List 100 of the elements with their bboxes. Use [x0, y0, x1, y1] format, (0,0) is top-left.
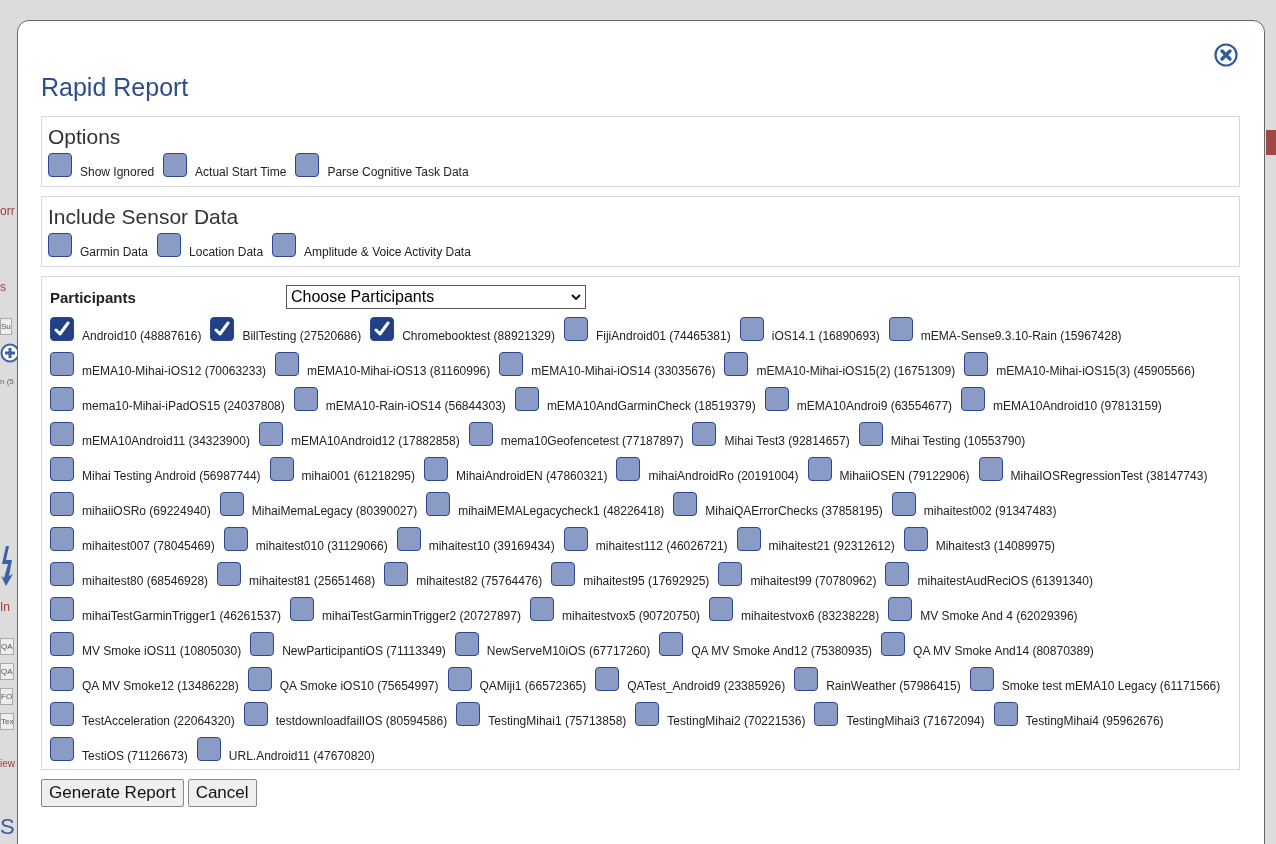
checkbox[interactable] — [50, 667, 74, 691]
checkbox[interactable] — [50, 317, 74, 341]
checkbox[interactable] — [272, 233, 297, 257]
checkbox[interactable] — [724, 352, 749, 376]
checkbox[interactable] — [243, 702, 268, 726]
checkbox[interactable] — [217, 562, 242, 586]
checkbox[interactable] — [692, 422, 717, 446]
checkbox[interactable] — [50, 352, 74, 376]
checkbox-label: testdownloadfailIOS (80594586) — [275, 714, 448, 728]
checkbox[interactable] — [718, 562, 743, 586]
checkbox[interactable] — [50, 562, 74, 586]
checkbox[interactable] — [456, 702, 481, 726]
checkbox[interactable] — [551, 562, 576, 586]
checkbox[interactable] — [595, 667, 620, 691]
checkbox[interactable] — [247, 667, 272, 691]
link[interactable]: iew — [0, 758, 15, 769]
checkbox[interactable] — [814, 702, 839, 726]
cancel-button[interactable]: Cancel — [187, 779, 257, 807]
checkbox[interactable] — [454, 632, 479, 656]
checkbox[interactable] — [447, 667, 472, 691]
checkbox[interactable] — [964, 352, 989, 376]
checkbox[interactable] — [888, 317, 913, 341]
checkbox[interactable] — [764, 387, 789, 411]
checkbox[interactable] — [219, 492, 244, 516]
checkbox-label: FijiAndroid01 (74465381) — [595, 329, 731, 343]
checkbox[interactable] — [891, 492, 916, 516]
checkbox[interactable] — [50, 597, 74, 621]
checkbox[interactable] — [50, 422, 74, 446]
checkbox-label: mihaitest80 (68546928) — [82, 574, 209, 588]
checkbox-label: MV Smoke iOS11 (10805030) — [82, 644, 242, 658]
checkbox[interactable] — [295, 153, 320, 177]
checkbox[interactable] — [885, 562, 910, 586]
checkbox[interactable] — [514, 387, 539, 411]
checkbox-label: URL.Android11 (47670820) — [228, 749, 375, 763]
checkbox[interactable] — [196, 737, 221, 761]
checkbox-label: mEMA10-Mihai-iOS12 (70063233) — [82, 364, 267, 378]
checkbox[interactable] — [50, 492, 74, 516]
checkbox[interactable] — [290, 597, 314, 621]
checkbox[interactable] — [993, 702, 1018, 726]
checkbox[interactable] — [258, 422, 283, 446]
checkbox[interactable] — [424, 457, 448, 481]
checkbox[interactable] — [48, 153, 72, 177]
checkbox[interactable] — [888, 597, 913, 621]
checkbox-label: TestAcceleration (22064320) — [82, 714, 235, 728]
checkbox[interactable] — [969, 667, 994, 691]
checkbox[interactable] — [269, 457, 294, 481]
checkbox[interactable] — [468, 422, 493, 446]
checkbox-label: MihaiIOSRegressionTest (38147743) — [1010, 469, 1208, 483]
checkbox[interactable] — [210, 317, 235, 341]
checkbox[interactable] — [250, 632, 275, 656]
checkbox[interactable] — [157, 233, 182, 257]
close-icon[interactable] — [1214, 43, 1238, 67]
checkbox[interactable] — [563, 527, 588, 551]
checkbox[interactable] — [635, 702, 660, 726]
checkbox[interactable] — [223, 527, 248, 551]
checkbox-label: QA Smoke iOS10 (75654997) — [279, 679, 439, 693]
checkbox-label: QAMiji1 (66572365) — [479, 679, 587, 693]
checkbox[interactable] — [48, 233, 72, 257]
checkbox[interactable] — [673, 492, 698, 516]
checkbox[interactable] — [50, 702, 74, 726]
checkbox[interactable] — [881, 632, 906, 656]
checkbox[interactable] — [499, 352, 524, 376]
checkbox[interactable] — [739, 317, 764, 341]
checkbox[interactable] — [163, 153, 188, 177]
checkbox-label: mihaitest002 (91347483) — [923, 504, 1057, 518]
checkbox[interactable] — [736, 527, 761, 551]
checkbox-label: mihaitestAudReciOS (61391340) — [917, 574, 1093, 588]
checkbox[interactable] — [961, 387, 986, 411]
checkbox-label: Actual Start Time — [195, 165, 287, 179]
checkbox-label: QA MV Smoke12 (13486228) — [82, 679, 239, 693]
checkbox[interactable] — [529, 597, 554, 621]
checkbox[interactable] — [709, 597, 734, 621]
checkbox[interactable] — [396, 527, 421, 551]
checkbox[interactable] — [978, 457, 1003, 481]
checkbox-label: mihaiiOSRo (69224940) — [82, 504, 211, 518]
checkbox[interactable] — [370, 317, 395, 341]
page-title: S — [0, 814, 15, 840]
checkbox[interactable] — [293, 387, 318, 411]
checkbox[interactable] — [616, 457, 641, 481]
checkbox[interactable] — [807, 457, 832, 481]
checkbox-label: mema10-Mihai-iPadOS15 (24037808) — [82, 399, 285, 413]
section-heading: Participants — [50, 288, 137, 306]
checkbox-label: NewServeM10iOS (67717260) — [486, 644, 651, 658]
checkbox-label: Android10 (48887616) — [82, 329, 202, 343]
checkbox-label: mEMA10-Mihai-iOS15(3) (45905566) — [996, 364, 1195, 378]
checkbox[interactable] — [858, 422, 883, 446]
checkbox[interactable] — [563, 317, 588, 341]
checkbox[interactable] — [794, 667, 819, 691]
generate-button[interactable]: Generate Report — [41, 779, 184, 807]
checkbox[interactable] — [50, 457, 74, 481]
checkbox[interactable] — [50, 632, 74, 656]
checkbox[interactable] — [50, 527, 74, 551]
participants-select[interactable]: Choose Participants — [286, 285, 586, 309]
checkbox[interactable] — [426, 492, 451, 516]
checkbox[interactable] — [903, 527, 928, 551]
checkbox[interactable] — [384, 562, 409, 586]
checkbox[interactable] — [50, 737, 74, 761]
checkbox[interactable] — [659, 632, 684, 656]
checkbox[interactable] — [275, 352, 300, 376]
checkbox[interactable] — [50, 387, 74, 411]
